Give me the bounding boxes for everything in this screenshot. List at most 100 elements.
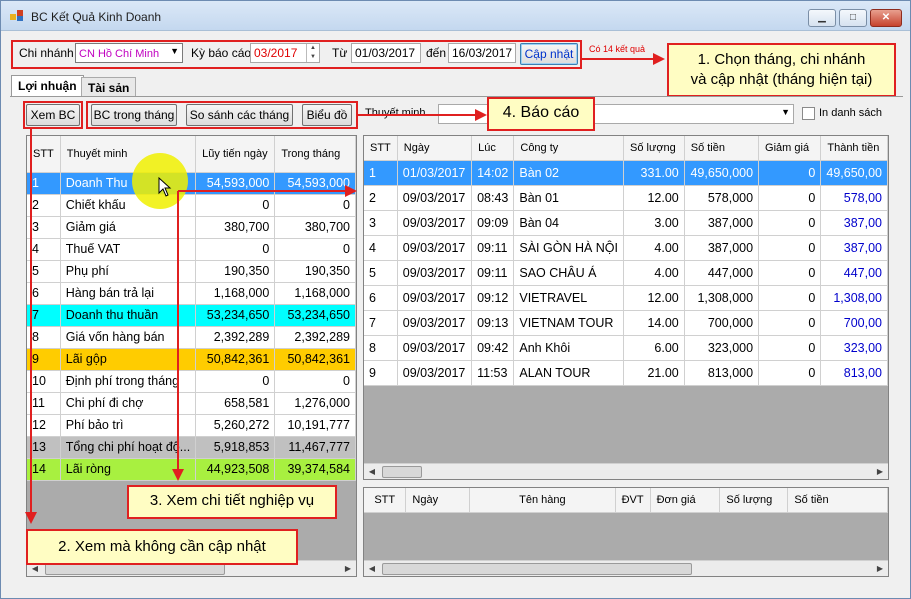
cell-in-month[interactable]: 2,392,289 xyxy=(274,326,356,349)
cell-quantity[interactable]: 4.00 xyxy=(623,260,685,286)
scroll-left-icon[interactable]: ◀ xyxy=(364,464,380,479)
table-row[interactable]: 2 Chiết khấu 0 0 xyxy=(27,194,356,217)
col-header-unit-price[interactable]: Đơn giá xyxy=(650,488,721,513)
col-header-quantity[interactable]: Số lượng xyxy=(719,488,789,513)
cell-date[interactable]: 09/03/2017 xyxy=(397,310,473,336)
cell-time[interactable]: 09:42 xyxy=(471,335,515,361)
cell-stt[interactable]: 1 xyxy=(364,160,398,186)
cell-time[interactable]: 09:09 xyxy=(471,210,515,236)
cell-cumulative[interactable]: 1,168,000 xyxy=(195,282,276,305)
table-row[interactable]: 4 Thuế VAT 0 0 xyxy=(27,238,356,261)
cell-in-month[interactable]: 50,842,361 xyxy=(274,348,356,371)
cell-cumulative[interactable]: 44,923,508 xyxy=(195,458,276,481)
cell-cumulative[interactable]: 190,350 xyxy=(195,260,276,283)
col-header-unit[interactable]: ĐVT xyxy=(615,488,651,513)
col-header-company[interactable]: Công ty xyxy=(513,136,625,161)
cell-description[interactable]: Thuế VAT xyxy=(60,238,197,261)
monthly-report-button[interactable]: BC trong tháng xyxy=(91,104,177,126)
cell-total[interactable]: 578,00 xyxy=(820,185,888,211)
cell-quantity[interactable]: 12.00 xyxy=(623,185,685,211)
cell-time[interactable]: 09:11 xyxy=(471,235,515,261)
tab-profit[interactable]: Lợi nhuận xyxy=(11,75,84,97)
tab-assets[interactable]: Tài sản xyxy=(81,77,137,97)
table-row[interactable]: 8 09/03/2017 09:42 Anh Khôi 6.00 323,000 0 323,… xyxy=(364,335,888,361)
cell-cumulative[interactable]: 0 xyxy=(195,370,276,393)
cell-discount[interactable]: 0 xyxy=(758,310,822,336)
table-row[interactable]: 5 09/03/2017 09:11 SAO CHÂU Á 4.00 447,000 0 44… xyxy=(364,260,888,286)
scroll-right-icon[interactable]: ▶ xyxy=(872,464,888,479)
cell-in-month[interactable]: 11,467,777 xyxy=(274,436,356,459)
col-header-amount[interactable]: Số tiền xyxy=(787,488,888,513)
minimize-button[interactable]: ▁ xyxy=(808,9,836,27)
cell-in-month[interactable]: 0 xyxy=(274,370,356,393)
cell-total[interactable]: 387,00 xyxy=(820,210,888,236)
cell-cumulative[interactable]: 658,581 xyxy=(195,392,276,415)
cell-total[interactable]: 387,00 xyxy=(820,235,888,261)
cell-company[interactable]: VIETNAM TOUR xyxy=(513,310,625,336)
cell-total[interactable]: 447,00 xyxy=(820,260,888,286)
cell-company[interactable]: VIETRAVEL xyxy=(513,285,625,311)
scroll-left-icon[interactable]: ◀ xyxy=(364,561,380,576)
cell-quantity[interactable]: 3.00 xyxy=(623,210,685,236)
cell-time[interactable]: 09:11 xyxy=(471,260,515,286)
col-header-stt[interactable]: STT xyxy=(364,136,398,161)
cell-description[interactable]: Tổng chi phí hoạt độ... xyxy=(60,436,197,459)
cell-stt[interactable]: 3 xyxy=(364,210,398,236)
table-row[interactable]: 6 Hàng bán trả lại 1,168,000 1,168,000 xyxy=(27,282,356,305)
cell-amount[interactable]: 700,000 xyxy=(684,310,760,336)
cell-amount[interactable]: 387,000 xyxy=(684,235,760,261)
cell-date[interactable]: 09/03/2017 xyxy=(397,285,473,311)
col-header-date[interactable]: Ngày xyxy=(405,488,471,513)
cell-total[interactable]: 813,00 xyxy=(820,360,888,386)
cell-time[interactable]: 08:43 xyxy=(471,185,515,211)
cell-stt[interactable]: 7 xyxy=(364,310,398,336)
cell-date[interactable]: 09/03/2017 xyxy=(397,210,473,236)
cell-cumulative[interactable]: 2,392,289 xyxy=(195,326,276,349)
view-report-button[interactable]: Xem BC xyxy=(26,104,80,126)
cell-amount[interactable]: 387,000 xyxy=(684,210,760,236)
cell-total[interactable]: 49,650,00 xyxy=(820,160,888,186)
table-row[interactable]: 4 09/03/2017 09:11 SÀI GÒN HÀ NỘI 4.00 387,00… xyxy=(364,235,888,261)
cell-stt[interactable]: 2 xyxy=(364,185,398,211)
cell-in-month[interactable]: 0 xyxy=(274,238,356,261)
cell-cumulative[interactable]: 53,234,650 xyxy=(195,304,276,327)
cell-in-month[interactable]: 190,350 xyxy=(274,260,356,283)
cell-company[interactable]: SÀI GÒN HÀ NỘI xyxy=(513,235,625,261)
in-list-checkbox[interactable] xyxy=(802,107,815,120)
cell-description[interactable]: Giá vốn hàng bán xyxy=(60,326,197,349)
cell-discount[interactable]: 0 xyxy=(758,335,822,361)
cell-in-month[interactable]: 10,191,777 xyxy=(274,414,356,437)
cell-company[interactable]: SAO CHÂU Á xyxy=(513,260,625,286)
cell-amount[interactable]: 813,000 xyxy=(684,360,760,386)
cell-cumulative[interactable]: 50,842,361 xyxy=(195,348,276,371)
table-row[interactable]: 8 Giá vốn hàng bán 2,392,289 2,392,289 xyxy=(27,326,356,349)
table-row[interactable]: 10 Định phí trong tháng 0 0 xyxy=(27,370,356,393)
cell-date[interactable]: 09/03/2017 xyxy=(397,185,473,211)
cell-in-month[interactable]: 1,168,000 xyxy=(274,282,356,305)
cell-amount[interactable]: 1,308,000 xyxy=(684,285,760,311)
cell-amount[interactable]: 578,000 xyxy=(684,185,760,211)
cell-date[interactable]: 09/03/2017 xyxy=(397,260,473,286)
cell-stt[interactable]: 5 xyxy=(364,260,398,286)
to-date-input[interactable]: 16/03/2017 xyxy=(448,43,516,63)
cell-in-month[interactable]: 39,374,584 xyxy=(274,458,356,481)
period-spinner[interactable]: ▲ ▼ xyxy=(306,44,319,62)
cell-discount[interactable]: 0 xyxy=(758,235,822,261)
close-button[interactable]: ✕ xyxy=(870,9,902,27)
cell-company[interactable]: Bàn 01 xyxy=(513,185,625,211)
cell-cumulative[interactable]: 5,918,853 xyxy=(195,436,276,459)
cell-date[interactable]: 09/03/2017 xyxy=(397,335,473,361)
cell-company[interactable]: Bàn 04 xyxy=(513,210,625,236)
cell-discount[interactable]: 0 xyxy=(758,210,822,236)
table-row[interactable]: 9 Lãi gộp 50,842,361 50,842,361 xyxy=(27,348,356,371)
table-row[interactable]: 1 01/03/2017 14:02 Bàn 02 331.00 49,650,000 0 4… xyxy=(364,160,888,186)
col-header-date[interactable]: Ngày xyxy=(397,136,473,161)
cell-quantity[interactable]: 4.00 xyxy=(623,235,685,261)
table-row[interactable]: 5 Phụ phí 190,350 190,350 xyxy=(27,260,356,283)
update-button[interactable]: Cập nhật xyxy=(520,43,578,65)
cell-amount[interactable]: 447,000 xyxy=(684,260,760,286)
compare-months-button[interactable]: So sánh các tháng xyxy=(186,104,293,126)
cell-discount[interactable]: 0 xyxy=(758,285,822,311)
cell-quantity[interactable]: 14.00 xyxy=(623,310,685,336)
table-row[interactable]: 9 09/03/2017 11:53 ALAN TOUR 21.00 813,000 0 81… xyxy=(364,360,888,386)
